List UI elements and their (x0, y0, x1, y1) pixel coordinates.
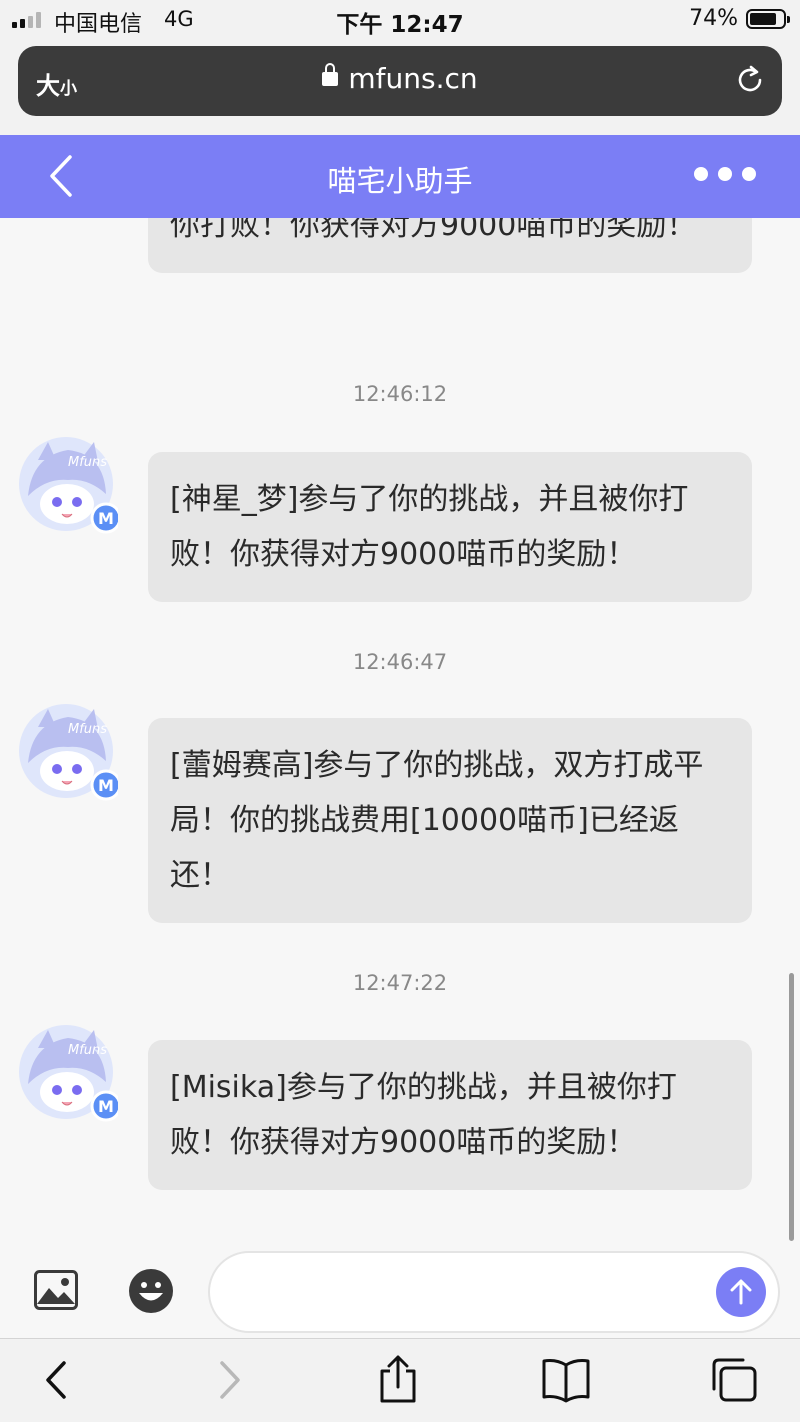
chat-header: 喵宅小助手 (0, 135, 800, 218)
reload-icon[interactable] (734, 64, 766, 96)
avatar-logo: Mfuns (68, 455, 107, 470)
scrollbar[interactable] (789, 973, 794, 1241)
message-text: [神星_梦]参与了你的挑战，并且被你打败！你获得对方9000喵币的奖励！ (170, 482, 689, 572)
input-area (0, 1248, 800, 1338)
message-text: [Misika]参与了你的挑战，并且被你打败！你获得对方9000喵币的奖励！ (170, 1070, 677, 1160)
avatar[interactable]: Mfuns M (18, 1024, 118, 1124)
emoji-icon[interactable] (128, 1268, 174, 1314)
browser-toolbar (0, 1338, 800, 1422)
tabs-icon[interactable] (708, 1355, 760, 1405)
forward-icon[interactable] (204, 1355, 256, 1405)
share-icon[interactable] (372, 1355, 424, 1405)
book-icon[interactable] (540, 1355, 592, 1405)
avatar[interactable]: Mfuns M (18, 436, 118, 536)
avatar-badge: M (98, 1097, 114, 1116)
image-icon[interactable] (34, 1270, 78, 1310)
more-dots-icon[interactable] (694, 167, 756, 181)
avatar-logo: Mfuns (68, 722, 107, 737)
lock-icon (322, 63, 339, 86)
battery-icon (746, 9, 790, 29)
address-bar[interactable]: 大小 mfuns.cn (18, 46, 782, 116)
message-bubble: 你打败！你获得对方9000喵币的奖励！ (148, 218, 752, 273)
status-bar: 中国电信 4G 下午 12:47 74% (0, 0, 800, 40)
send-button[interactable] (716, 1267, 766, 1317)
arrow-up-icon (730, 1279, 752, 1305)
message-input[interactable] (208, 1251, 780, 1333)
message-timestamp: 12:46:47 (352, 650, 448, 674)
url-text: mfuns.cn (348, 62, 478, 95)
chat-title: 喵宅小助手 (327, 164, 473, 198)
message-bubble: [蕾姆赛高]参与了你的挑战，双方打成平局！你的挑战费用[10000喵币]已经返还… (148, 718, 752, 923)
avatar[interactable]: Mfuns M (18, 703, 118, 803)
message-bubble: [Misika]参与了你的挑战，并且被你打败！你获得对方9000喵币的奖励！ (148, 1040, 752, 1190)
battery-percent: 74% (689, 6, 738, 31)
back-icon[interactable] (30, 1355, 82, 1405)
message-text: 你打败！你获得对方9000喵币的奖励！ (170, 218, 697, 243)
message-text: [蕾姆赛高]参与了你的挑战，双方打成平局！你的挑战费用[10000喵币]已经返还… (170, 748, 704, 893)
address-area: 大小 mfuns.cn (0, 40, 800, 135)
avatar-badge: M (98, 509, 114, 528)
message-bubble: [神星_梦]参与了你的挑战，并且被你打败！你获得对方9000喵币的奖励！ (148, 452, 752, 602)
url-display[interactable]: mfuns.cn (18, 62, 782, 95)
message-timestamp: 12:47:22 (352, 971, 448, 995)
message-list[interactable]: 你打败！你获得对方9000喵币的奖励！ 12:46:12 Mfuns M [神星… (0, 218, 800, 1248)
avatar-badge: M (98, 776, 114, 795)
message-timestamp: 12:46:12 (352, 382, 448, 406)
status-time: 下午 12:47 (336, 12, 464, 38)
avatar-logo: Mfuns (68, 1043, 107, 1058)
